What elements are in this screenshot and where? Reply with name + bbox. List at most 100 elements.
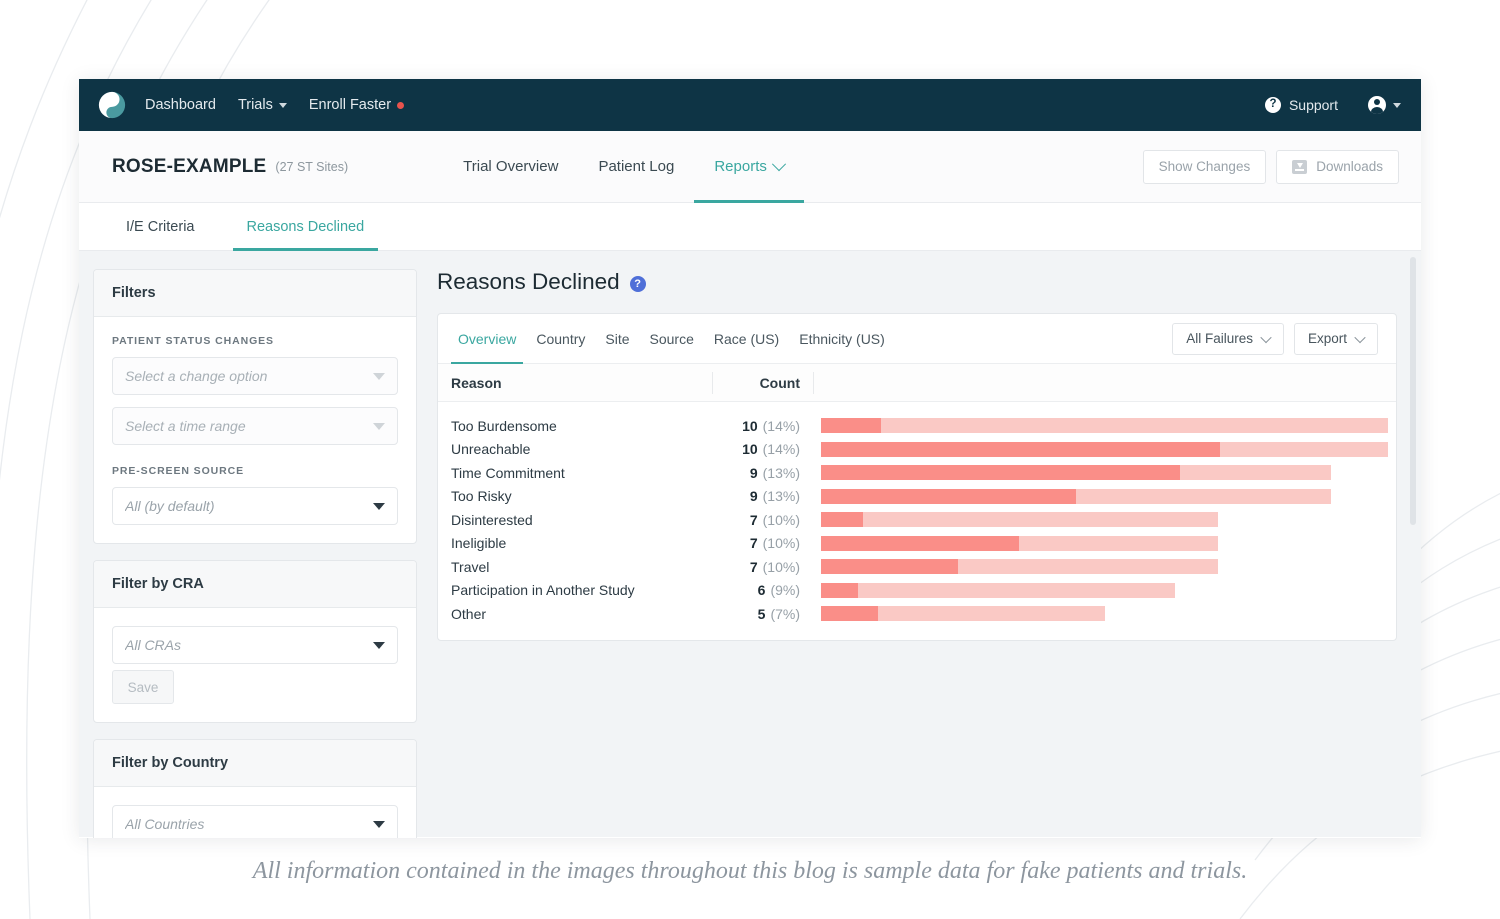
report-tab-ethnicity-us-label: Ethnicity (US) bbox=[799, 331, 885, 347]
table-row: Travel7(10%) bbox=[438, 555, 1396, 579]
table-row: Participation in Another Study6(9%) bbox=[438, 579, 1396, 603]
country-select[interactable]: All Countries bbox=[112, 805, 398, 838]
report-tab-race-us-label: Race (US) bbox=[714, 331, 779, 347]
change-option-value: Select a change option bbox=[125, 368, 373, 384]
report-tab-country-label: Country bbox=[536, 331, 585, 347]
cell-reason: Time Commitment bbox=[438, 465, 712, 481]
tab-patient-log[interactable]: Patient Log bbox=[578, 131, 694, 202]
report-card-actions: All Failures Export bbox=[1172, 323, 1378, 355]
filters-sidebar: Filters PATIENT STATUS CHANGES Select a … bbox=[93, 269, 417, 837]
show-changes-button[interactable]: Show Changes bbox=[1143, 150, 1267, 184]
bar-segment-dark bbox=[821, 512, 863, 527]
nav-link-enroll-faster-label: Enroll Faster bbox=[309, 97, 391, 113]
cell-reason: Ineligible bbox=[438, 535, 712, 551]
cell-count: 6(9%) bbox=[713, 582, 813, 598]
report-tab-ethnicity-us[interactable]: Ethnicity (US) bbox=[789, 314, 895, 363]
downloads-button[interactable]: Downloads bbox=[1276, 150, 1399, 184]
chevron-down-icon bbox=[772, 157, 786, 171]
table-header-row: Reason Count bbox=[438, 364, 1396, 402]
table-row: Other5(7%) bbox=[438, 602, 1396, 626]
download-icon bbox=[1292, 160, 1307, 174]
support-button[interactable]: ? Support bbox=[1265, 97, 1338, 113]
cra-value: All CRAs bbox=[125, 637, 373, 653]
scrollbar-thumb[interactable] bbox=[1410, 257, 1416, 525]
cell-reason: Unreachable bbox=[438, 441, 712, 457]
chevron-down-icon bbox=[373, 423, 385, 430]
pre-screen-source-value: All (by default) bbox=[125, 498, 373, 514]
report-tab-bar: Overview Country Site Source Race (US) bbox=[438, 314, 1396, 364]
account-circle-icon bbox=[1368, 96, 1386, 114]
bar-cell bbox=[821, 442, 1388, 457]
bar-segment-dark bbox=[821, 606, 878, 621]
report-tab-source-label: Source bbox=[650, 331, 694, 347]
tab-ie-criteria[interactable]: I/E Criteria bbox=[112, 203, 209, 250]
pre-screen-source-label: PRE-SCREEN SOURCE bbox=[112, 465, 398, 477]
cell-percent: (9%) bbox=[770, 582, 800, 598]
table-row: Ineligible7(10%) bbox=[438, 532, 1396, 556]
cell-count: 10(14%) bbox=[713, 418, 813, 434]
cell-reason: Participation in Another Study bbox=[438, 582, 712, 598]
bar-segment-dark bbox=[821, 536, 1019, 551]
tab-reasons-declined[interactable]: Reasons Declined bbox=[233, 203, 379, 250]
downloads-label: Downloads bbox=[1316, 159, 1383, 174]
table-row: Time Commitment9(13%) bbox=[438, 461, 1396, 485]
filter-by-country-title: Filter by Country bbox=[94, 740, 416, 787]
trial-sites-count: (27 ST Sites) bbox=[275, 160, 348, 174]
tab-reports[interactable]: Reports bbox=[694, 131, 804, 202]
table-row: Too Burdensome10(14%) bbox=[438, 414, 1396, 438]
bar-segment-dark bbox=[821, 442, 1220, 457]
report-tab-country[interactable]: Country bbox=[526, 314, 595, 363]
chevron-down-icon bbox=[373, 503, 385, 510]
cell-reason: Too Burdensome bbox=[438, 418, 712, 434]
bar-segment-dark bbox=[821, 559, 958, 574]
nav-link-enroll-faster[interactable]: Enroll Faster bbox=[309, 97, 404, 113]
nav-link-trials-label: Trials bbox=[238, 97, 273, 113]
bar-segment-dark bbox=[821, 489, 1076, 504]
filters-panel-body: PATIENT STATUS CHANGES Select a change o… bbox=[94, 317, 416, 543]
change-option-select[interactable]: Select a change option bbox=[112, 357, 398, 395]
tab-trial-overview[interactable]: Trial Overview bbox=[443, 131, 578, 202]
help-icon[interactable]: ? bbox=[630, 276, 646, 292]
chevron-down-icon bbox=[373, 373, 385, 380]
table-body: Too Burdensome10(14%)Unreachable10(14%)T… bbox=[438, 402, 1396, 640]
cell-percent: (14%) bbox=[763, 418, 800, 434]
report-tab-race-us[interactable]: Race (US) bbox=[704, 314, 789, 363]
cell-reason: Too Risky bbox=[438, 488, 712, 504]
figure-caption: All information contained in the images … bbox=[0, 858, 1500, 885]
time-range-select[interactable]: Select a time range bbox=[112, 407, 398, 445]
report-card: Overview Country Site Source Race (US) bbox=[437, 313, 1397, 641]
cell-percent: (13%) bbox=[763, 488, 800, 504]
bar-cell bbox=[821, 606, 1388, 621]
filter-by-country-panel: Filter by Country All Countries bbox=[93, 739, 417, 838]
tab-ie-criteria-label: I/E Criteria bbox=[126, 219, 195, 235]
column-divider bbox=[813, 372, 814, 394]
header-actions: Show Changes Downloads bbox=[1143, 150, 1399, 184]
report-tab-site-label: Site bbox=[605, 331, 629, 347]
report-tab-site[interactable]: Site bbox=[595, 314, 639, 363]
chevron-down-icon bbox=[373, 642, 385, 649]
column-header-reason: Reason bbox=[438, 375, 712, 391]
pre-screen-source-select[interactable]: All (by default) bbox=[112, 487, 398, 525]
table-row: Too Risky9(13%) bbox=[438, 485, 1396, 509]
support-label: Support bbox=[1289, 97, 1338, 113]
bar-cell bbox=[821, 583, 1388, 598]
all-failures-dropdown[interactable]: All Failures bbox=[1172, 323, 1284, 355]
report-tab-overview[interactable]: Overview bbox=[448, 314, 526, 363]
nav-link-trials[interactable]: Trials bbox=[238, 97, 287, 113]
report-tab-overview-label: Overview bbox=[458, 331, 516, 347]
cell-count: 7(10%) bbox=[713, 559, 813, 575]
export-dropdown[interactable]: Export bbox=[1294, 323, 1378, 355]
soterius-logo-icon[interactable] bbox=[97, 90, 127, 120]
show-changes-label: Show Changes bbox=[1159, 159, 1251, 174]
account-menu[interactable] bbox=[1368, 96, 1401, 114]
bar-cell bbox=[821, 559, 1388, 574]
save-button[interactable]: Save bbox=[112, 670, 174, 704]
report-tab-source[interactable]: Source bbox=[640, 314, 704, 363]
scrollbar-track[interactable] bbox=[1410, 251, 1419, 837]
top-navigation-bar: Dashboard Trials Enroll Faster ? Support bbox=[79, 79, 1421, 131]
table-row: Unreachable10(14%) bbox=[438, 438, 1396, 462]
cra-select[interactable]: All CRAs bbox=[112, 626, 398, 664]
report-title-row: Reasons Declined ? bbox=[437, 269, 1397, 295]
nav-link-dashboard[interactable]: Dashboard bbox=[145, 97, 216, 113]
column-header-count: Count bbox=[713, 375, 813, 391]
